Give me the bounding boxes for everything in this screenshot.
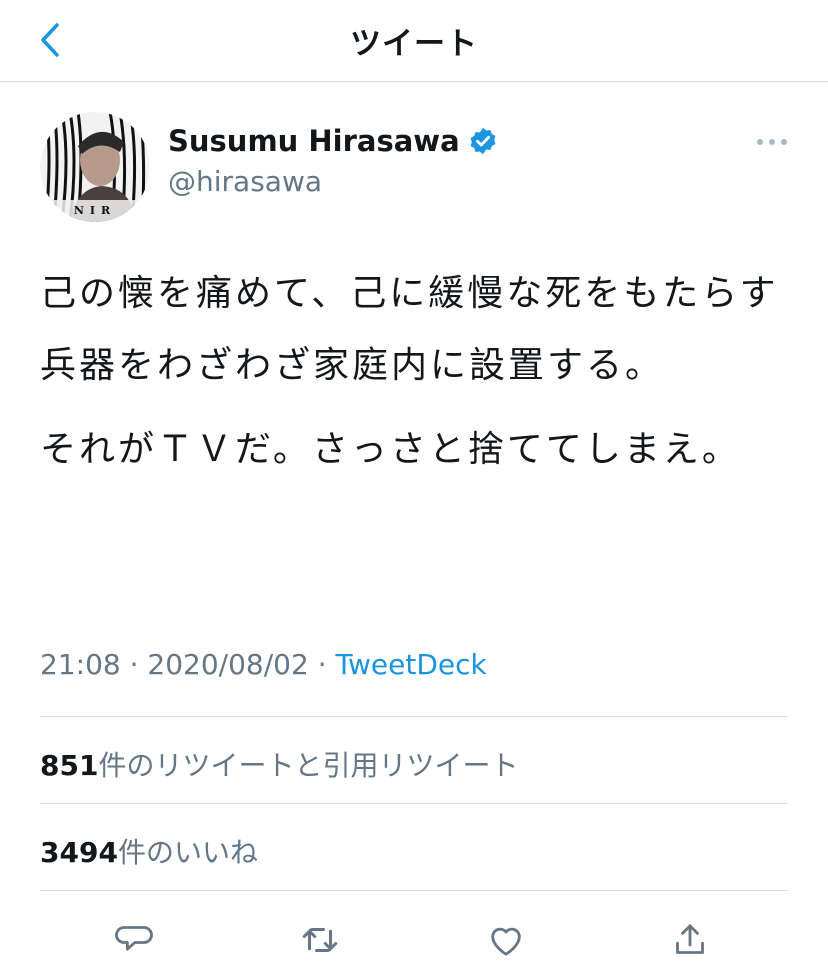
tweet-text: 己の懐を痛めて、己に緩慢な死をもたらす兵器をわざわざ家庭内に設置する。 それがＴ…	[40, 258, 800, 486]
separator: ·	[317, 648, 327, 681]
top-bar: ツイート	[0, 0, 828, 82]
more-icon	[757, 139, 787, 145]
avatar-caption: NIR	[74, 204, 116, 217]
tweet-metadata: 21:08 · 2020/08/02 · TweetDeck	[40, 648, 487, 681]
like-button[interactable]	[484, 918, 528, 962]
retweet-button[interactable]	[298, 918, 342, 962]
retweets-label: 件のリツイートと引用リツイート	[98, 749, 519, 782]
avatar[interactable]: NIR	[40, 112, 150, 222]
reply-icon	[115, 926, 153, 951]
likes-count: 3494	[40, 836, 118, 869]
like-icon	[491, 927, 521, 956]
tweet-time: 21:08	[40, 648, 121, 681]
display-name[interactable]: Susumu Hirasawa	[168, 124, 460, 158]
user-handle[interactable]: @hirasawa	[168, 165, 322, 198]
more-options-button[interactable]	[750, 128, 794, 156]
tweet-date: 2020/08/02	[147, 648, 309, 681]
reply-button[interactable]	[112, 918, 156, 962]
retweets-count: 851	[40, 749, 99, 782]
likes-stat[interactable]: 3494件のいいね	[40, 831, 258, 871]
action-bar	[0, 908, 828, 968]
tweet-paragraph: それがＴＶだ。さっさと捨ててしまえ。	[40, 429, 741, 470]
divider	[40, 890, 788, 891]
tweet-source-link[interactable]: TweetDeck	[336, 648, 487, 681]
tweet-paragraph: 己の懐を痛めて、己に緩慢な死をもたらす兵器をわざわざ家庭内に設置する。	[40, 273, 779, 386]
retweet-icon	[302, 928, 338, 952]
divider	[40, 716, 788, 717]
verified-badge-icon	[470, 127, 496, 155]
likes-label: 件のいいね	[117, 836, 258, 869]
page-title: ツイート	[350, 26, 478, 62]
retweets-stat[interactable]: 851件のリツイートと引用リツイート	[40, 744, 518, 784]
share-icon	[676, 924, 704, 954]
separator: ·	[129, 648, 139, 681]
share-button[interactable]	[668, 918, 712, 962]
author-row[interactable]: Susumu Hirasawa	[168, 124, 498, 158]
divider	[40, 803, 788, 804]
